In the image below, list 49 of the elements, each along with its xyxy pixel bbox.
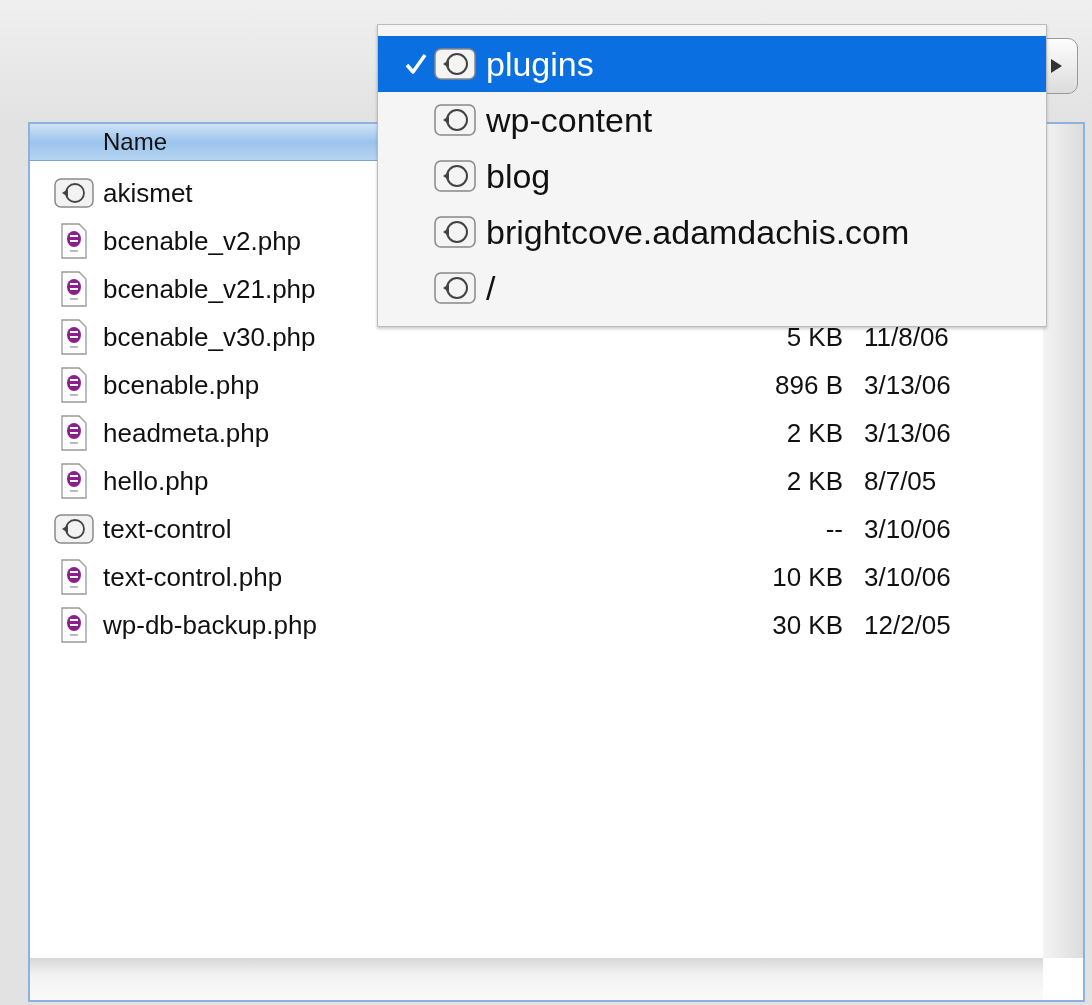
php-file-icon <box>60 607 87 643</box>
checkmark-icon <box>404 52 428 76</box>
file-name: text-control.php <box>103 561 283 592</box>
arrow-icon <box>1049 58 1063 74</box>
file-date: 11/8/06 <box>864 321 949 352</box>
file-size: 2 KB <box>786 465 843 497</box>
file-date: 12/2/05 <box>864 609 951 640</box>
menu-item[interactable]: blog <box>378 148 1046 204</box>
file-name: akismet <box>103 177 193 208</box>
horizontal-scrollbar[interactable] <box>30 958 1043 1000</box>
vertical-scrollbar[interactable] <box>1043 124 1083 958</box>
file-date: 8/7/05 <box>864 465 937 496</box>
file-name: text-control <box>103 513 232 544</box>
php-file-icon <box>60 463 87 499</box>
remote-folder-icon <box>434 272 476 304</box>
php-file-icon <box>60 559 87 595</box>
menu-item[interactable]: wp-content <box>378 92 1046 148</box>
file-name: wp-db-backup.php <box>103 609 317 640</box>
menu-item[interactable]: brightcove.adamdachis.com <box>378 204 1046 260</box>
file-date: 3/10/06 <box>864 561 951 592</box>
php-file-icon <box>60 223 87 259</box>
remote-folder-icon <box>434 104 476 136</box>
file-date: 3/13/06 <box>864 369 951 400</box>
file-name: bcenable_v21.php <box>103 273 316 304</box>
php-file-icon <box>60 415 87 451</box>
file-name: bcenable_v2.php <box>103 225 302 256</box>
column-header[interactable]: Name <box>103 128 168 155</box>
remote-folder-icon <box>434 160 476 192</box>
file-name: headmeta.php <box>103 417 270 448</box>
menu-item[interactable]: plugins <box>378 36 1046 92</box>
remote-folder-icon <box>434 48 476 80</box>
file-date: 3/13/06 <box>864 417 951 448</box>
file-size: 896 B <box>775 369 843 401</box>
remote-folder-icon <box>53 178 94 208</box>
file-name: bcenable.php <box>103 369 260 400</box>
remote-folder-icon <box>434 216 476 248</box>
file-size: 2 KB <box>786 417 843 449</box>
remote-folder-icon <box>53 514 94 544</box>
php-file-icon <box>60 319 87 355</box>
php-file-icon <box>60 367 87 403</box>
file-name: hello.php <box>103 465 209 496</box>
file-size: 5 KB <box>786 321 843 353</box>
file-name: bcenable_v30.php <box>103 321 316 352</box>
file-size: -- <box>825 513 843 545</box>
file-size: 30 KB <box>772 609 843 641</box>
php-file-icon <box>60 271 87 307</box>
file-date: 3/10/06 <box>864 513 951 544</box>
menu-item[interactable]: / <box>378 260 1046 316</box>
file-size: 10 KB <box>772 561 843 593</box>
